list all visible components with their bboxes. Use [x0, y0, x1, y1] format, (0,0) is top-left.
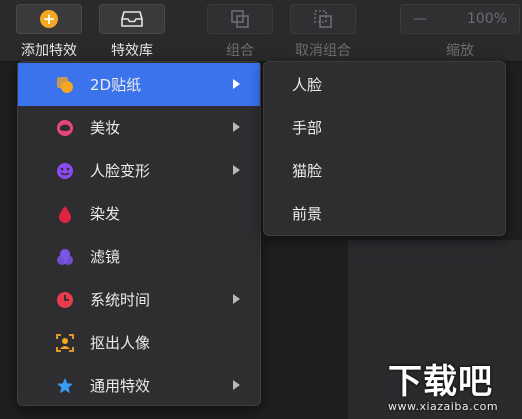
group-icon: [231, 10, 249, 28]
zoom-out-icon[interactable]: —: [413, 11, 427, 27]
effect-library-label: 特效库: [111, 43, 153, 59]
submenu-item-face[interactable]: 人脸: [264, 63, 505, 106]
ungroup-tool[interactable]: 取消组合: [290, 4, 356, 60]
menu-item-label: 抠出人像: [90, 334, 151, 352]
menu-item-filter[interactable]: 滤镜: [18, 235, 260, 278]
add-effect-tool[interactable]: + 添加特效: [16, 4, 82, 60]
chevron-right-icon: [233, 380, 240, 390]
menu-item-makeup[interactable]: 美妆: [18, 106, 260, 149]
sticker-submenu: 人脸 手部 猫脸 前景: [263, 61, 506, 236]
watermark-logo: 下载吧: [388, 362, 493, 402]
add-effect-button[interactable]: +: [16, 4, 82, 34]
chevron-right-icon: [233, 79, 240, 89]
menu-item-2d-sticker[interactable]: 2D贴纸: [18, 63, 260, 106]
add-effect-label: 添加特效: [21, 43, 77, 59]
ungroup-button[interactable]: [290, 4, 356, 34]
menu-item-portrait-cutout[interactable]: 抠出人像: [18, 321, 260, 364]
menu-item-label: 美妆: [90, 119, 121, 137]
menu-item-label: 系统时间: [90, 291, 151, 309]
watermark: 下载吧 www.xiazaiba.com: [388, 362, 518, 418]
menu-item-label: 人脸变形: [90, 162, 151, 180]
zoom-value: 100%: [466, 11, 507, 27]
menu-item-hair-dye[interactable]: 染发: [18, 192, 260, 235]
menu-item-system-time[interactable]: 系统时间: [18, 278, 260, 321]
menu-item-general-effects[interactable]: 通用特效: [18, 364, 260, 407]
sticker-icon: [57, 77, 73, 93]
menu-item-label: 2D贴纸: [90, 76, 142, 94]
zoom-control[interactable]: — 100%: [400, 4, 520, 34]
group-label: 组合: [226, 43, 254, 59]
chevron-right-icon: [233, 294, 240, 304]
face-morph-icon: [57, 163, 73, 179]
chevron-right-icon: [233, 122, 240, 132]
effect-library-button[interactable]: [99, 4, 165, 34]
ungroup-label: 取消组合: [295, 43, 351, 59]
zoom-label: 缩放: [446, 43, 474, 59]
submenu-item-hand[interactable]: 手部: [264, 106, 505, 149]
effect-library-tool[interactable]: 特效库: [99, 4, 165, 60]
menu-item-label: 通用特效: [90, 377, 151, 395]
submenu-item-foreground[interactable]: 前景: [264, 192, 505, 235]
ungroup-icon: [314, 10, 332, 28]
star-icon: [57, 378, 73, 394]
makeup-icon: [57, 120, 73, 136]
add-icon: +: [40, 10, 58, 28]
hair-dye-icon: [59, 206, 71, 223]
watermark-url: www.xiazaiba.com: [388, 400, 499, 413]
chevron-right-icon: [233, 165, 240, 175]
group-tool[interactable]: 组合: [207, 4, 273, 60]
zoom-tool[interactable]: — 100% 缩放: [400, 4, 520, 60]
portrait-cutout-icon: [56, 334, 74, 352]
submenu-item-cat-face[interactable]: 猫脸: [264, 149, 505, 192]
group-button[interactable]: [207, 4, 273, 34]
clock-icon: [57, 292, 73, 308]
menu-item-label: 染发: [90, 205, 121, 223]
menu-item-label: 滤镜: [90, 248, 121, 266]
menu-item-face-morph[interactable]: 人脸变形: [18, 149, 260, 192]
filter-icon: [57, 249, 73, 265]
inbox-icon: [121, 11, 143, 27]
add-effect-menu: 2D贴纸 美妆 人脸变形 染发 滤镜 系统时间 抠出人像 通用特效: [17, 61, 261, 406]
toolbar: + 添加特效 特效库 组合 取消组合 — 100% 缩放: [0, 0, 522, 62]
